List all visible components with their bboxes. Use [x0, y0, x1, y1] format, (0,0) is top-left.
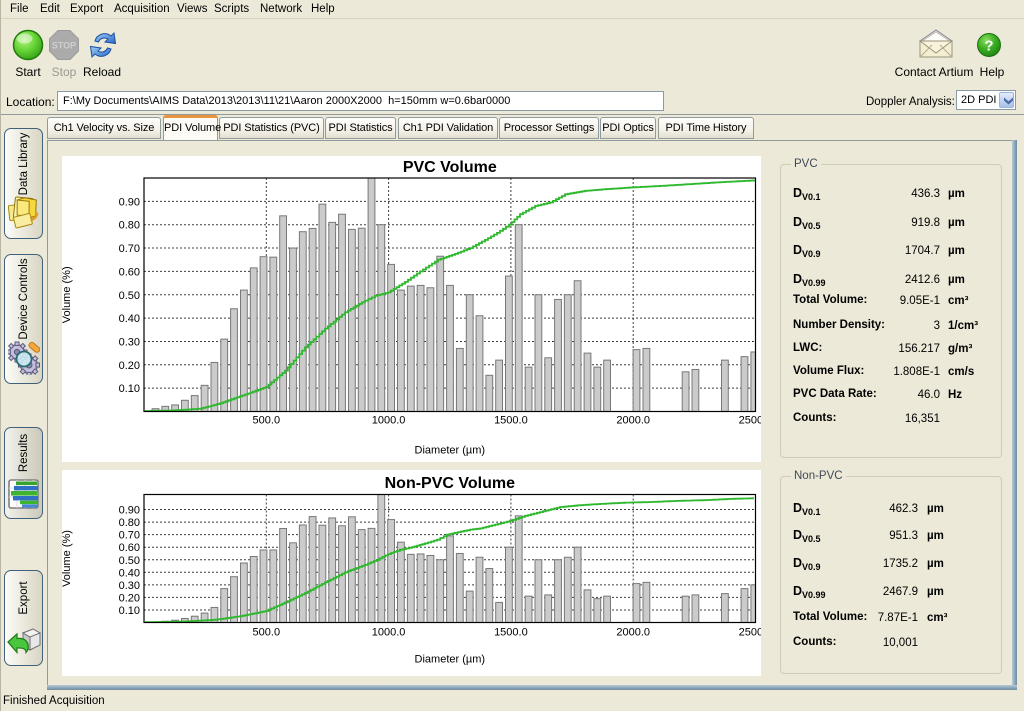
svg-text:1000.0: 1000.0	[372, 627, 406, 639]
svg-text:0.50: 0.50	[119, 290, 140, 302]
svg-text:0.80: 0.80	[119, 220, 140, 232]
svg-text:0.20: 0.20	[119, 360, 140, 372]
svg-text:0.30: 0.30	[119, 580, 140, 592]
svg-text:1500.0: 1500.0	[494, 415, 528, 427]
svg-text:0.30: 0.30	[119, 336, 140, 348]
svg-text:1500.0: 1500.0	[494, 627, 528, 639]
svg-text:0.90: 0.90	[119, 196, 140, 208]
svg-text:STOP: STOP	[52, 41, 76, 51]
svg-text:PVC Volume: PVC Volume	[403, 159, 497, 176]
svg-text:2500.0: 2500.0	[739, 415, 761, 427]
svg-text:2000.0: 2000.0	[616, 627, 650, 639]
svg-text:2500.0: 2500.0	[739, 627, 761, 639]
svg-text:Volume (%): Volume (%)	[62, 266, 73, 323]
svg-text:0.40: 0.40	[119, 567, 140, 579]
svg-text:0.10: 0.10	[119, 605, 140, 617]
svg-text:0.60: 0.60	[119, 266, 140, 278]
svg-text:Volume (%): Volume (%)	[62, 530, 73, 587]
svg-text:0.90: 0.90	[119, 505, 140, 517]
svg-text:0.50: 0.50	[119, 555, 140, 567]
svg-text:Diameter (µm): Diameter (µm)	[415, 445, 486, 457]
svg-text:0.40: 0.40	[119, 313, 140, 325]
svg-text:500.0: 500.0	[253, 415, 281, 427]
svg-text:0.70: 0.70	[119, 243, 140, 255]
svg-text:0.80: 0.80	[119, 517, 140, 529]
svg-text:0.60: 0.60	[119, 542, 140, 554]
svg-text:500.0: 500.0	[253, 627, 281, 639]
svg-text:Non-PVC Volume: Non-PVC Volume	[385, 475, 515, 492]
svg-text:0.20: 0.20	[119, 592, 140, 604]
svg-text:Diameter (µm): Diameter (µm)	[415, 654, 486, 666]
svg-text:?: ?	[984, 38, 993, 55]
svg-text:1000.0: 1000.0	[372, 415, 406, 427]
svg-text:2000.0: 2000.0	[616, 415, 650, 427]
svg-text:0.10: 0.10	[119, 383, 140, 395]
svg-text:0.70: 0.70	[119, 530, 140, 542]
